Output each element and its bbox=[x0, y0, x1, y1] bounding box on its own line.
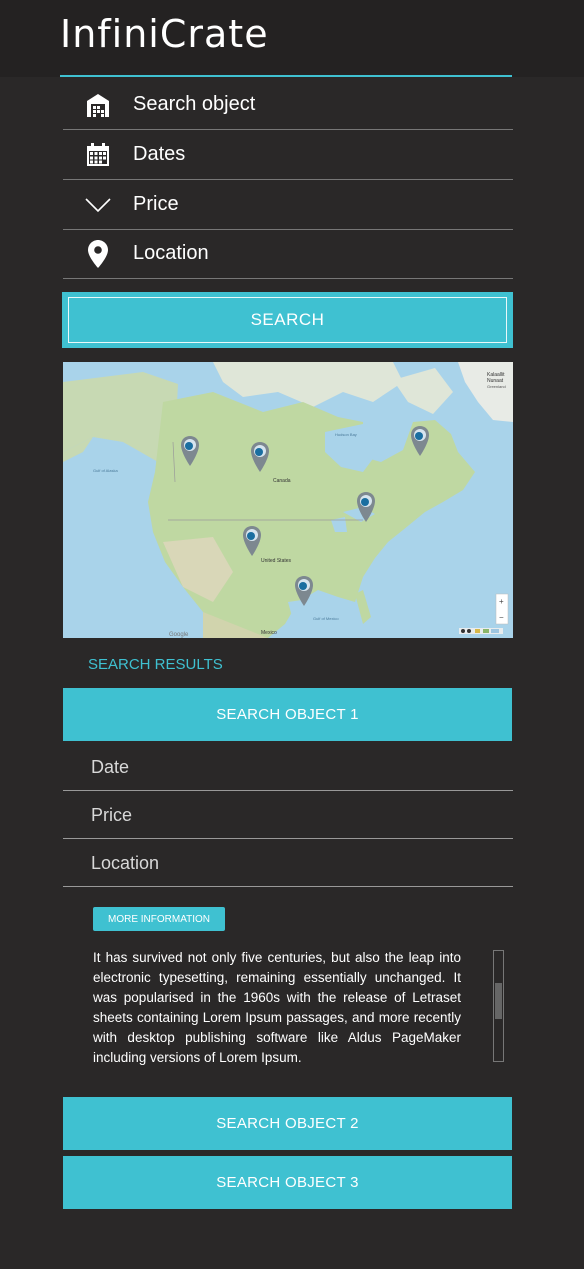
map-label: Gulf of Mexico bbox=[313, 616, 339, 621]
app-logo[interactable]: InfiniCrate bbox=[60, 12, 269, 56]
calendar-icon bbox=[63, 142, 133, 167]
header-divider bbox=[60, 75, 512, 77]
map-label: Gulf of Alaska bbox=[93, 468, 118, 473]
top-bar: InfiniCrate bbox=[0, 0, 584, 77]
scrollbar-thumb[interactable] bbox=[495, 983, 502, 1019]
map-label: Mexico bbox=[261, 630, 277, 636]
result-description: It has survived not only five centuries,… bbox=[93, 950, 461, 1065]
filter-label: Dates bbox=[133, 143, 186, 165]
result-item-3-header[interactable]: SEARCH OBJECT 3 bbox=[63, 1156, 512, 1209]
warehouse-icon bbox=[63, 92, 133, 118]
search-button[interactable]: SEARCH bbox=[62, 292, 513, 348]
result-price-row: Price bbox=[63, 792, 513, 839]
description-scrollbar[interactable] bbox=[493, 950, 504, 1062]
filter-label: Price bbox=[133, 193, 179, 215]
map-label: Canada bbox=[273, 478, 291, 484]
result-location-row: Location bbox=[63, 840, 513, 887]
map-label: United States bbox=[261, 558, 292, 564]
filter-dates[interactable]: Dates bbox=[63, 130, 513, 180]
zoom-out-icon: − bbox=[499, 613, 504, 622]
filter-search-object[interactable]: Search object bbox=[63, 80, 513, 130]
chevron-down-icon bbox=[63, 197, 133, 213]
results-map[interactable]: Kalaallit Nunaat Greenland Gulf of Alask… bbox=[63, 362, 513, 638]
search-results-title: SEARCH RESULTS bbox=[88, 656, 223, 673]
map-zoom-controls[interactable]: + − bbox=[495, 593, 509, 625]
result-date-row: Date bbox=[63, 744, 513, 791]
more-information-button[interactable]: MORE INFORMATION bbox=[93, 907, 225, 931]
result-item-2-header[interactable]: SEARCH OBJECT 2 bbox=[63, 1097, 512, 1150]
result-location-label: Location bbox=[91, 852, 160, 873]
filter-label: Search object bbox=[133, 93, 256, 115]
filter-label: Location bbox=[133, 242, 209, 264]
map-label: Google bbox=[169, 632, 189, 638]
result-price-label: Price bbox=[91, 804, 133, 825]
search-button-label: SEARCH bbox=[68, 297, 507, 343]
filter-price[interactable]: Price bbox=[63, 180, 513, 230]
map-label: Hudson Bay bbox=[335, 432, 357, 437]
result-item-1-header[interactable]: SEARCH OBJECT 1 bbox=[63, 688, 512, 741]
map-label: Greenland bbox=[487, 384, 506, 389]
location-pin-icon bbox=[63, 239, 133, 268]
zoom-in-icon: + bbox=[499, 597, 504, 606]
filter-location[interactable]: Location bbox=[63, 229, 513, 279]
result-date-label: Date bbox=[91, 756, 130, 777]
